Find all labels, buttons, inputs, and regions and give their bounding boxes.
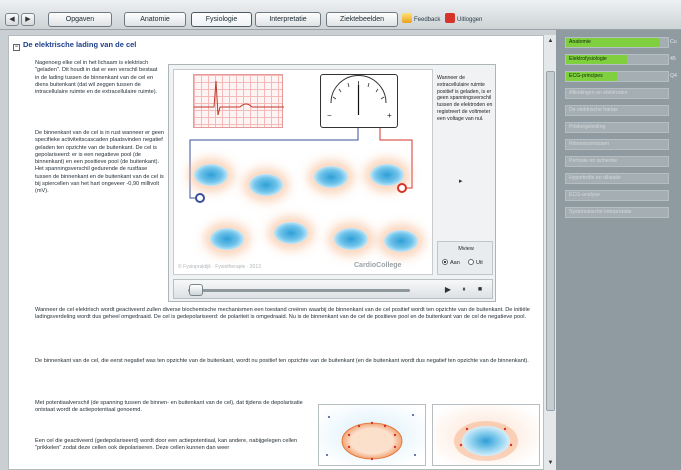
- chapter-label: De elektrische hartas: [569, 107, 618, 113]
- polarized-cell-diagram: [319, 405, 425, 465]
- rest-paragraph: De binnenkant van de cel is in rust wann…: [35, 130, 165, 195]
- depolarization-paragraph: Wanneer de cel elektrisch wordt geactive…: [35, 307, 530, 321]
- chapter-label: ECG-analyse: [569, 192, 600, 198]
- timeline-slider[interactable]: [188, 284, 203, 296]
- scroll-down-icon[interactable]: ▼: [546, 459, 555, 468]
- polarized-cell-figure: [318, 404, 426, 466]
- tab-anatomie[interactable]: Anatomie: [124, 12, 186, 27]
- content-panel: − De elektrische lading van de cel Nageno…: [8, 35, 551, 470]
- tab-ziektebeelden[interactable]: Ziektebeelden: [326, 12, 398, 27]
- chapter-item[interactable]: Anatomie: [565, 37, 669, 48]
- mview-box: Mview Aan Uit: [437, 241, 493, 275]
- chapter-navigation: Anatomie Cu Elektrofysiologie 45 ECG-princip…: [556, 30, 681, 470]
- back-button[interactable]: ◀: [5, 13, 19, 26]
- playback-controls: ▶ ⏸ ■: [173, 279, 493, 299]
- mview-title: Mview: [458, 246, 474, 252]
- scroll-up-icon[interactable]: ▲: [546, 37, 555, 46]
- chapter-item[interactable]: Perfusie en ischemie: [565, 156, 669, 167]
- positive-electrode: [397, 183, 407, 193]
- chapter-label: Prikkelgeleiding: [569, 124, 606, 130]
- radio-unselected-icon: [468, 259, 474, 265]
- tab-interpretatie[interactable]: Interpretatie: [255, 12, 321, 27]
- chapter-item[interactable]: Ritmestoornissen: [565, 139, 669, 150]
- back-arrow-icon: ◀: [9, 16, 15, 23]
- play-button[interactable]: ▶: [442, 284, 454, 296]
- chapter-item[interactable]: Hypertrofie en dilatatie: [565, 173, 669, 184]
- cell: [194, 164, 228, 186]
- brand-logo: CardioCollege: [354, 262, 402, 269]
- depolarized-cell-diagram: [433, 405, 539, 465]
- animation-panel: − + © Fysiopraktijk · Fysiotherapie · 20…: [168, 64, 496, 302]
- page-title: − De elektrische lading van de cel: [13, 40, 137, 51]
- chapter-item[interactable]: De elektrische hartas: [565, 105, 669, 116]
- chapter-label: Anatomie: [569, 39, 591, 45]
- chapter-item[interactable]: Systematische interpretatie: [565, 207, 669, 218]
- chapter-item[interactable]: Prikkelgeleiding: [565, 122, 669, 133]
- depolarization-paragraph-2: De binnenkant van de cel, die eerst nega…: [35, 358, 529, 364]
- timeline-track[interactable]: [188, 289, 410, 292]
- intro-paragraph: Nagenoeg elke cel in het lichaam is elek…: [35, 60, 158, 96]
- radio-off[interactable]: Uit: [468, 259, 483, 266]
- collapse-icon[interactable]: −: [13, 44, 20, 51]
- main-scrollbar[interactable]: ▲ ▼: [543, 35, 556, 470]
- propagation-paragraph: Een cel die geactiveerd (gedepolariseerd…: [35, 438, 298, 452]
- chapter-label: Afleidingen en elektroden: [569, 90, 628, 96]
- animation-stage: − + © Fysiopraktijk · Fysiotherapie · 20…: [173, 69, 433, 275]
- cell: [249, 174, 283, 196]
- copyright-text: © Fysiopraktijk · Fysiotherapie · 2013: [178, 264, 261, 270]
- chapter-score: Q4: [670, 73, 677, 79]
- animation-description: Wanneer de extracellulaire ruimte positi…: [437, 75, 493, 122]
- chapter-label: Ritmestoornissen: [569, 141, 610, 147]
- chapter-score: Cu: [670, 39, 677, 45]
- radio-selected-icon: [442, 259, 448, 265]
- chapter-label: Perfusie en ischemie: [569, 158, 618, 164]
- negative-electrode: [195, 193, 205, 203]
- tab-fysiologie[interactable]: Fysiologie: [191, 12, 252, 27]
- action-potential-paragraph: Met potentiaalverschil (de spanning tuss…: [35, 400, 303, 414]
- cell: [384, 230, 418, 252]
- power-icon: [445, 13, 455, 23]
- chapter-item[interactable]: Elektrofysiologie: [565, 54, 669, 65]
- chapter-item[interactable]: Afleidingen en elektroden: [565, 88, 669, 99]
- top-toolbar: ◀ ▶ Opgaven Anatomie Fysiologie Interpre…: [0, 0, 681, 30]
- logout-button[interactable]: Uitloggen: [445, 13, 482, 26]
- cell: [314, 166, 348, 188]
- feedback-icon: [402, 13, 412, 23]
- depolarized-cell-figure: [432, 404, 540, 466]
- pause-button[interactable]: ⏸: [458, 284, 470, 296]
- scroll-thumb[interactable]: [546, 71, 555, 411]
- chapter-label: Systematische interpretatie: [569, 209, 632, 215]
- next-step-icon[interactable]: ▸: [459, 177, 463, 185]
- chapter-label: ECG-principes: [569, 73, 603, 79]
- feedback-button[interactable]: Feedback: [402, 13, 440, 26]
- chapter-label: Elektrofysiologie: [569, 56, 607, 62]
- stop-button[interactable]: ■: [474, 284, 486, 296]
- cell: [274, 222, 308, 244]
- tab-opgaven[interactable]: Opgaven: [48, 12, 112, 27]
- forward-button[interactable]: ▶: [21, 13, 35, 26]
- chapter-label: Hypertrofie en dilatatie: [569, 175, 621, 181]
- chapter-item[interactable]: ECG-analyse: [565, 190, 669, 201]
- cell: [334, 228, 368, 250]
- cell: [210, 228, 244, 250]
- radio-on[interactable]: Aan: [442, 259, 460, 266]
- chapter-item[interactable]: ECG-principes: [565, 71, 669, 82]
- forward-arrow-icon: ▶: [25, 16, 31, 23]
- chapter-score: 45: [670, 56, 676, 62]
